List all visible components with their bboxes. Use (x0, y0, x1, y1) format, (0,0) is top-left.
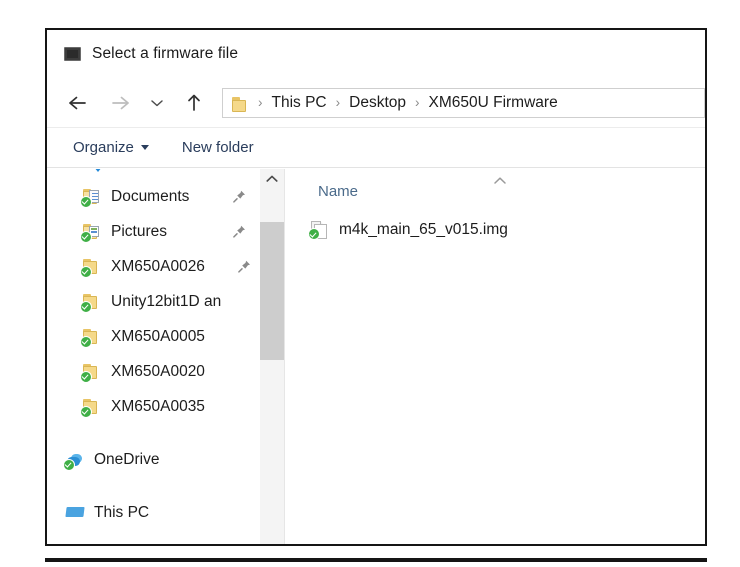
file-list-pane: Name m4k_main_65_v015.im (285, 169, 705, 544)
sidebar-item-label: XM650A0020 (111, 363, 205, 381)
dialog-body: Downloads (47, 169, 705, 544)
breadcrumb-separator: › (327, 95, 350, 110)
navigation-sidebar: Downloads (47, 169, 260, 544)
sidebar-item-unity12bit1d[interactable]: Unity12bit1D an (47, 284, 260, 319)
window-screen-icon (64, 47, 81, 61)
sync-check-badge (80, 371, 92, 383)
sidebar-item-xm650a0020[interactable]: XM650A0020 (47, 354, 260, 389)
address-bar[interactable]: › This PC › Desktop › XM650U Firmware (222, 88, 705, 118)
sync-check-badge (80, 266, 92, 278)
sync-check-badge (80, 336, 92, 348)
pin-icon[interactable] (237, 259, 252, 274)
sidebar-item-downloads[interactable]: Downloads (47, 169, 260, 179)
sidebar-item-label: XM650A0035 (111, 398, 205, 416)
sync-check-badge (80, 406, 92, 418)
folder-icon (230, 95, 247, 110)
folder-downloads-icon (81, 169, 103, 172)
pin-icon[interactable] (232, 224, 247, 239)
sidebar-item-label: Documents (111, 188, 189, 206)
navigation-list: Downloads (47, 169, 260, 530)
new-folder-button[interactable]: New folder (182, 139, 254, 156)
chevron-down-icon (149, 97, 165, 109)
sync-check-badge (80, 231, 92, 243)
sync-check-badge (80, 196, 92, 208)
sidebar-item-xm650a0005[interactable]: XM650A0005 (47, 319, 260, 354)
sidebar-item-xm650a0035[interactable]: XM650A0035 (47, 389, 260, 424)
sidebar-item-label: OneDrive (94, 451, 159, 469)
file-list: m4k_main_65_v015.img (285, 213, 705, 544)
file-picker-dialog: Select a firmware file (45, 28, 707, 546)
breadcrumb-item-xm650u-firmware[interactable]: XM650U Firmware (429, 94, 558, 112)
this-pc-icon (64, 503, 86, 523)
sidebar-item-documents[interactable]: Documents (47, 179, 260, 214)
sidebar-item-label: Unity12bit1D an (111, 293, 221, 311)
pin-icon[interactable] (232, 189, 247, 204)
sidebar-item-label: XM650A0005 (111, 328, 205, 346)
breadcrumb-item-desktop[interactable]: Desktop (349, 94, 406, 112)
file-name-label: m4k_main_65_v015.img (339, 221, 508, 239)
sync-check-badge (63, 459, 75, 471)
up-button[interactable] (178, 87, 209, 118)
folder-icon (81, 397, 103, 417)
window-bottom-edge (45, 558, 707, 562)
recent-locations-button[interactable] (145, 87, 169, 118)
column-header-row: Name (285, 169, 705, 213)
folder-icon (81, 362, 103, 382)
navigation-bar: › This PC › Desktop › XM650U Firmware (47, 78, 705, 127)
chevron-up-icon (492, 174, 508, 186)
folder-icon (81, 292, 103, 312)
column-header-name[interactable]: Name (318, 183, 358, 200)
sidebar-item-label: Pictures (111, 223, 167, 241)
sidebar-item-pictures[interactable]: Pictures (47, 214, 260, 249)
sidebar-item-xm650a0026[interactable]: XM650A0026 (47, 249, 260, 284)
caret-down-icon (141, 145, 149, 150)
organize-button[interactable]: Organize (73, 139, 149, 156)
scroll-up-button[interactable] (260, 169, 284, 191)
breadcrumb-item-this-pc[interactable]: This PC (272, 94, 327, 112)
sidebar-item-label: This PC (94, 504, 149, 522)
chevron-up-icon (265, 171, 279, 189)
sidebar-item-label: Downloads (111, 169, 188, 171)
breadcrumb-separator: › (406, 95, 429, 110)
sidebar-scrollbar[interactable] (260, 169, 284, 544)
dialog-title: Select a firmware file (92, 45, 238, 63)
new-folder-label: New folder (182, 139, 254, 156)
scrollbar-thumb[interactable] (260, 222, 284, 360)
sync-check-badge (80, 301, 92, 313)
arrow-left-icon (67, 94, 89, 112)
img-file-icon (308, 220, 330, 240)
folder-pictures-icon (81, 222, 103, 242)
sidebar-group-gap (47, 424, 260, 442)
sidebar-item-this-pc[interactable]: This PC (47, 495, 260, 530)
back-button[interactable] (62, 87, 93, 118)
folder-icon (81, 327, 103, 347)
organize-label: Organize (73, 139, 134, 156)
file-list-item[interactable]: m4k_main_65_v015.img (285, 213, 705, 247)
breadcrumb-separator: › (247, 95, 272, 110)
folder-icon (81, 257, 103, 277)
arrow-right-icon (109, 94, 131, 112)
sync-check-badge (308, 228, 320, 240)
folder-documents-icon (81, 187, 103, 207)
sidebar-group-gap (47, 477, 260, 495)
sidebar-item-label: XM650A0026 (111, 258, 205, 276)
dialog-titlebar: Select a firmware file (47, 30, 705, 78)
screenshot-root: Select a firmware file (0, 0, 740, 567)
command-toolbar: Organize New folder (47, 127, 705, 168)
onedrive-cloud-icon (64, 450, 86, 470)
forward-button[interactable] (104, 87, 135, 118)
sidebar-item-onedrive[interactable]: OneDrive (47, 442, 260, 477)
arrow-up-icon (185, 93, 203, 113)
download-arrow-badge (92, 169, 104, 173)
